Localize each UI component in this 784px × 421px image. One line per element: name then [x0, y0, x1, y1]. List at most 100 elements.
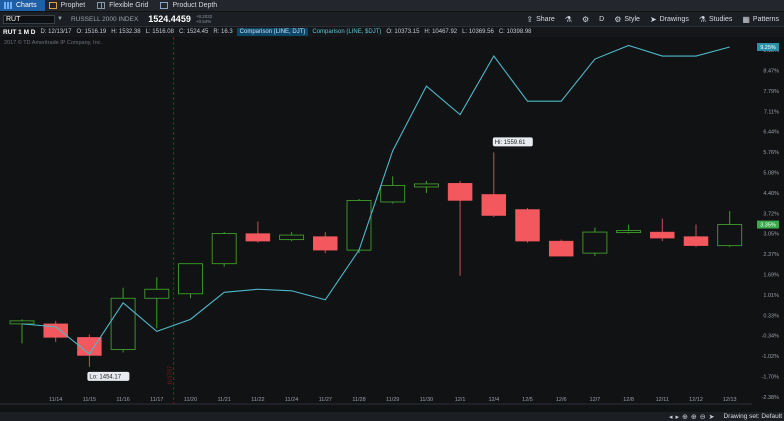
x-axis-tick-label: 11/17	[150, 397, 163, 403]
aggregation-label: D	[599, 15, 605, 23]
cursor-icon[interactable]: ➤	[709, 413, 715, 421]
x-axis-tick-label: 12/5	[522, 397, 533, 403]
prophet-icon	[48, 2, 57, 9]
studies-label: Studies	[709, 15, 733, 23]
zoom-in-icon[interactable]: ⊕	[691, 413, 697, 421]
symbol-period[interactable]: RUT 1 M D	[3, 29, 36, 36]
symbol-dropdown-icon[interactable]: ▼	[57, 16, 63, 22]
crosshair-icon[interactable]: ⊕	[682, 413, 688, 421]
gear-icon[interactable]: ⚙	[577, 15, 594, 24]
symbol-input[interactable]	[3, 14, 55, 24]
style-button[interactable]: ⚙ Style	[609, 15, 645, 24]
y-axis-tick-label: -1.70%	[762, 375, 780, 381]
x-axis-tick-label: 11/28	[352, 397, 365, 403]
x-axis-tick-label: 11/27	[319, 397, 332, 403]
tab-prophet-label: Prophet	[60, 2, 86, 9]
lo-label: Lo: 1454.17	[89, 374, 121, 380]
drawing-set-label[interactable]: Drawing set: Default	[723, 413, 782, 420]
cmp-low: L: 10369.56	[462, 29, 494, 35]
y-axis-tick-label: 8.47%	[763, 68, 779, 74]
candle-body-down	[481, 194, 507, 216]
x-axis-tick-label: 11/22	[251, 397, 264, 403]
comparison-study-1[interactable]: Comparison (LINE, DJT)	[236, 28, 309, 36]
candle-body-down	[447, 183, 473, 201]
tab-flexible-grid-label: Flexible Grid	[109, 2, 149, 9]
x-axis-tick-label: 12/7	[590, 397, 601, 403]
tab-prophet[interactable]: Prophet	[45, 0, 94, 11]
candle-body-down	[683, 236, 709, 246]
info-high: H: 1532.38	[111, 29, 141, 35]
price-change-pct: +0.54%	[195, 19, 212, 24]
candle-body-up	[9, 320, 35, 325]
cursor-icon: ➤	[649, 14, 657, 24]
cmp-close: C: 10398.98	[498, 29, 532, 35]
tab-charts[interactable]: Charts	[0, 0, 45, 11]
y-axis-tick-label: 5.76%	[763, 150, 779, 156]
share-button[interactable]: ⇪ Share	[521, 15, 559, 24]
bar-chart-icon	[4, 2, 12, 9]
info-close: C: 1524.45	[178, 29, 209, 35]
pan-right-icon[interactable]: ▸	[675, 413, 679, 421]
grid-icon	[97, 2, 106, 9]
x-axis-tick-label: 11/14	[49, 397, 62, 403]
price-chart[interactable]: 9.15%8.47%7.79%7.11%6.44%5.76%5.08%4.40%…	[0, 37, 784, 412]
x-axis-tick-label: 11/15	[83, 397, 96, 403]
info-range: R: 16.3	[213, 29, 233, 35]
info-date: D: 12/13/17	[40, 29, 72, 35]
zoom-out-icon[interactable]: ⊖	[700, 413, 706, 421]
candle-body-up	[413, 183, 439, 188]
studies-button[interactable]: ⚗ Studies	[694, 15, 738, 24]
x-axis-tick-label: 11/30	[420, 397, 433, 403]
candle-body-up	[144, 288, 170, 299]
x-axis-tick-label: 11/20	[184, 397, 197, 403]
price-change: +8.2032 +0.54%	[196, 14, 212, 24]
y-axis-tick-label: 4.40%	[763, 191, 779, 197]
patterns-button[interactable]: ▦ Patterns	[737, 15, 784, 24]
candle-body-down	[650, 231, 675, 239]
comparison-study-2[interactable]: Comparison (LINE, $DJT)	[312, 29, 381, 35]
tab-product-depth[interactable]: Product Depth	[156, 0, 225, 11]
pan-left-icon[interactable]: ◂	[669, 413, 673, 421]
tab-flexible-grid[interactable]: Flexible Grid	[93, 0, 156, 11]
tab-product-depth-label: Product Depth	[172, 2, 218, 9]
y-axis-tick-label: 7.79%	[763, 89, 779, 95]
candle-body-up	[582, 231, 608, 254]
drawings-button[interactable]: ➤ Drawings	[645, 15, 694, 24]
style-icon: ⚙	[614, 14, 622, 24]
last-price: 1524.4459	[148, 14, 191, 24]
x-axis-tick-label: 11/29	[386, 397, 399, 403]
hi-label: Hi: 1559.61	[495, 140, 526, 146]
x-axis-tick-label: 12/8	[623, 397, 634, 403]
x-axis-tick-label: 12/4	[488, 397, 499, 403]
chart-status-bar: ◂ ▸ ⊕ ⊕ ⊖ ➤ Drawing set: Default	[0, 412, 784, 421]
candle-body-up	[178, 263, 203, 295]
y-axis-tick-label: -1.02%	[762, 354, 780, 360]
x-axis-tick-label: 11/21	[218, 397, 231, 403]
flask-studies-icon: ⚗	[698, 14, 706, 24]
y-axis-tick-label: 1.01%	[763, 293, 779, 299]
depth-icon	[160, 2, 169, 9]
drawings-label: Drawings	[659, 15, 689, 23]
y-axis-tick-label: 0.33%	[763, 313, 779, 319]
candle-body-down	[245, 233, 271, 242]
y-axis-tick-label: 6.44%	[763, 130, 779, 136]
share-icon: ⇪	[526, 14, 534, 24]
candle-body-down	[515, 209, 540, 242]
chart-background	[0, 37, 784, 412]
chart-info-bar: RUT 1 M D D: 12/13/17 O: 1516.19 H: 1532…	[0, 27, 784, 37]
x-axis-tick-label: 12/12	[689, 397, 703, 403]
last-price-badge: 3.35%	[760, 223, 776, 229]
patterns-label: Patterns	[752, 15, 779, 23]
flask-icon[interactable]: ⚗	[560, 15, 577, 24]
candle-body-up	[279, 234, 305, 241]
aggregation-button[interactable]: D	[594, 16, 609, 23]
cmp-high: H: 10467.92	[424, 29, 458, 35]
y-axis-tick-label: 7.11%	[764, 109, 779, 115]
info-open: O: 1516.19	[76, 29, 107, 35]
y-axis-tick-label: 5.08%	[763, 170, 779, 176]
session-divider-label: 11/17/17	[168, 366, 174, 385]
info-low: L: 1516.08	[145, 29, 174, 35]
x-axis-tick-label: 11/24	[285, 397, 298, 403]
candle-body-down	[77, 337, 102, 356]
candle-body-up	[380, 184, 406, 203]
